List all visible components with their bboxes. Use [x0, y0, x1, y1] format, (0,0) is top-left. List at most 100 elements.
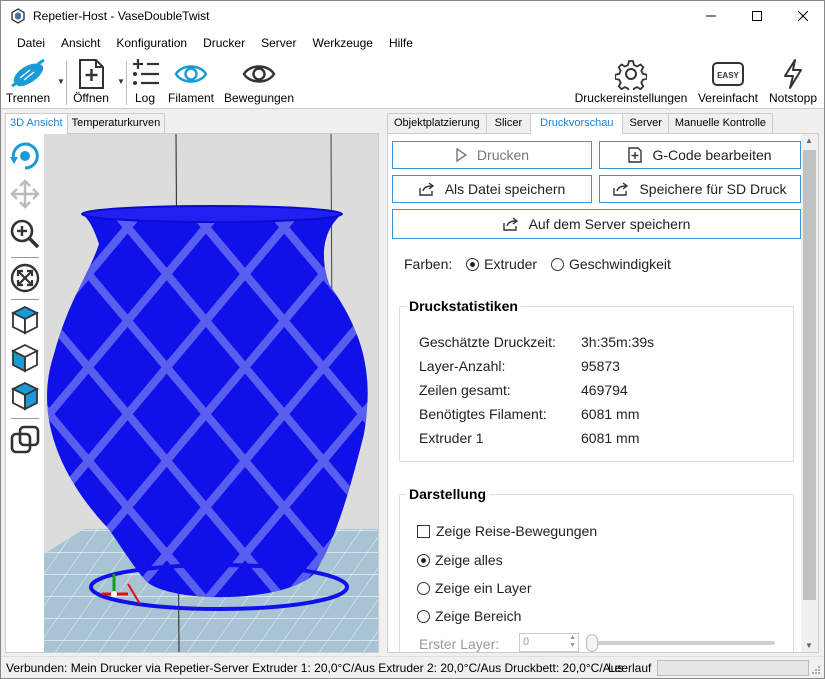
title-bar: Repetier-Host - VaseDoubleTwist [1, 1, 824, 31]
toolbar-separator [66, 61, 67, 105]
erster-layer-spinner[interactable]: 0 ▲ ▼ [519, 633, 579, 652]
zeige-ein-layer-radio[interactable]: Zeige ein Layer [417, 580, 532, 596]
front-view-cube-icon[interactable] [9, 342, 41, 374]
als-datei-speichern-label: Als Datei speichern [444, 181, 566, 197]
notstopp-label: Notstopp [768, 91, 818, 105]
top-view-cube-icon[interactable] [9, 380, 41, 412]
zeige-alles-radio[interactable]: Zeige alles [417, 552, 503, 568]
druckereinstellungen-button[interactable]: Druckereinstellungen [574, 57, 688, 107]
log-label: Log [134, 91, 156, 105]
bewegungen-button[interactable]: Bewegungen [223, 57, 295, 107]
tab-slicer[interactable]: Slicer [485, 113, 532, 133]
oeffnen-label: Öffnen [73, 91, 109, 105]
scroll-up-icon[interactable]: ▲ [805, 136, 813, 145]
export-icon [613, 182, 629, 196]
gcode-bearbeiten-label: G-Code bearbeiten [652, 147, 772, 163]
maximize-icon [752, 11, 762, 21]
stat-label: Extruder 1 [419, 430, 484, 446]
tab-druckvorschau[interactable]: Druckvorschau [530, 113, 624, 134]
menu-werkzeuge[interactable]: Werkzeuge [304, 31, 380, 55]
tab-manuelle-kontrolle[interactable]: Manuelle Kontrolle [667, 113, 774, 133]
menu-drucker[interactable]: Drucker [195, 31, 253, 55]
darstellung-group [399, 494, 794, 652]
menu-datei[interactable]: Datei [9, 31, 53, 55]
3d-view-panel [5, 133, 379, 653]
menu-bar: Datei Ansicht Konfiguration Drucker Serv… [1, 31, 824, 55]
vertical-scrollbar[interactable]: ▲ ▼ [801, 134, 818, 652]
filament-label: Filament [167, 91, 214, 105]
drucken-button[interactable]: Drucken [392, 141, 592, 169]
settings-gear-icon [615, 60, 647, 90]
stat-label: Geschätzte Druckzeit: [419, 334, 556, 350]
reise-bewegungen-label: Zeige Reise-Bewegungen [436, 523, 598, 539]
erster-layer-slider-thumb[interactable] [586, 634, 598, 652]
export-icon [418, 182, 434, 196]
tab-objektplatzierung[interactable]: Objektplatzierung [387, 113, 487, 133]
minimize-button[interactable] [688, 1, 734, 31]
resize-grip-icon[interactable] [811, 665, 821, 675]
application-window: Repetier-Host - VaseDoubleTwist Datei An… [0, 0, 825, 679]
trennen-dropdown-icon[interactable]: ▼ [57, 77, 65, 86]
server-speichern-button[interactable]: Auf dem Server speichern [392, 209, 801, 239]
3d-viewport[interactable] [44, 134, 378, 652]
spinner-arrows-icon[interactable]: ▲ ▼ [569, 634, 576, 650]
right-tab-strip: Objektplatzierung Slicer Druckvorschau S… [387, 113, 774, 134]
repetier-logo-icon [11, 8, 25, 24]
tab-server[interactable]: Server [622, 113, 669, 133]
connect-plug-icon [11, 58, 45, 88]
stat-value: 469794 [581, 382, 628, 398]
tab-temperaturkurven[interactable]: Temperaturkurven [66, 113, 166, 133]
druckvorschau-panel: Drucken G-Code bearbeiten Als Datei spei… [387, 133, 819, 653]
close-button[interactable] [780, 1, 825, 31]
menu-konfiguration[interactable]: Konfiguration [108, 31, 195, 55]
radio-empty-icon [417, 582, 430, 595]
fit-view-icon[interactable] [9, 262, 41, 294]
iso-view-cube-icon[interactable] [9, 304, 41, 336]
checkbox-empty-icon [417, 525, 430, 538]
zeige-bereich-radio[interactable]: Zeige Bereich [417, 608, 521, 624]
stat-label: Zeilen gesamt: [419, 382, 511, 398]
stat-value: 3h:35m:39s [581, 334, 655, 350]
maximize-button[interactable] [734, 1, 780, 31]
scrollbar-thumb[interactable] [803, 150, 816, 600]
geschwindigkeit-radio-label: Geschwindigkeit [568, 256, 671, 272]
notstopp-button[interactable]: Notstopp [765, 57, 821, 107]
vereinfacht-button[interactable]: EASY Vereinfacht [695, 57, 761, 107]
menu-server[interactable]: Server [253, 31, 304, 55]
zoom-view-icon[interactable] [9, 218, 41, 250]
tools-separator [11, 257, 39, 258]
extruder-radio[interactable]: Extruder [466, 256, 537, 272]
tab-3d-ansicht[interactable]: 3D Ansicht [5, 113, 68, 134]
stat-value: 6081 mm [581, 406, 640, 422]
view-tools-sidebar [6, 134, 44, 652]
parallel-view-icon[interactable] [9, 424, 41, 456]
sd-druck-speichern-label: Speichere für SD Druck [639, 181, 787, 197]
menu-ansicht[interactable]: Ansicht [53, 31, 108, 55]
filament-button[interactable]: Filament [165, 57, 217, 107]
log-list-icon [133, 59, 159, 85]
erster-layer-value: 0 [523, 636, 530, 648]
stat-value: 6081 mm [581, 430, 640, 446]
menu-hilfe[interactable]: Hilfe [381, 31, 421, 55]
stat-label: Layer-Anzahl: [419, 358, 506, 374]
lightning-stop-icon [784, 59, 802, 89]
bewegungen-label: Bewegungen [223, 91, 295, 105]
toolbar: Trennen ▼ Öffnen ▼ Log Filament Bewegung… [1, 55, 824, 109]
sd-druck-speichern-button[interactable]: Speichere für SD Druck [599, 175, 801, 203]
gcode-bearbeiten-button[interactable]: G-Code bearbeiten [599, 141, 801, 169]
trennen-label: Trennen [5, 91, 51, 105]
movements-eye-icon [242, 65, 276, 83]
rotate-view-icon[interactable] [9, 140, 41, 172]
oeffnen-dropdown-icon[interactable]: ▼ [117, 77, 125, 86]
scroll-down-icon[interactable]: ▼ [805, 641, 813, 650]
als-datei-speichern-button[interactable]: Als Datei speichern [392, 175, 592, 203]
radio-dot-icon [466, 258, 480, 271]
move-view-icon[interactable] [9, 178, 41, 210]
reise-bewegungen-checkbox[interactable]: Zeige Reise-Bewegungen [417, 523, 597, 539]
log-button[interactable]: Log [129, 57, 161, 107]
geschwindigkeit-radio[interactable]: Geschwindigkeit [550, 256, 671, 272]
oeffnen-button[interactable]: Öffnen [71, 57, 111, 107]
trennen-button[interactable]: Trennen [6, 57, 50, 107]
radio-empty-icon [550, 258, 564, 271]
erster-layer-slider-track[interactable] [587, 641, 775, 645]
